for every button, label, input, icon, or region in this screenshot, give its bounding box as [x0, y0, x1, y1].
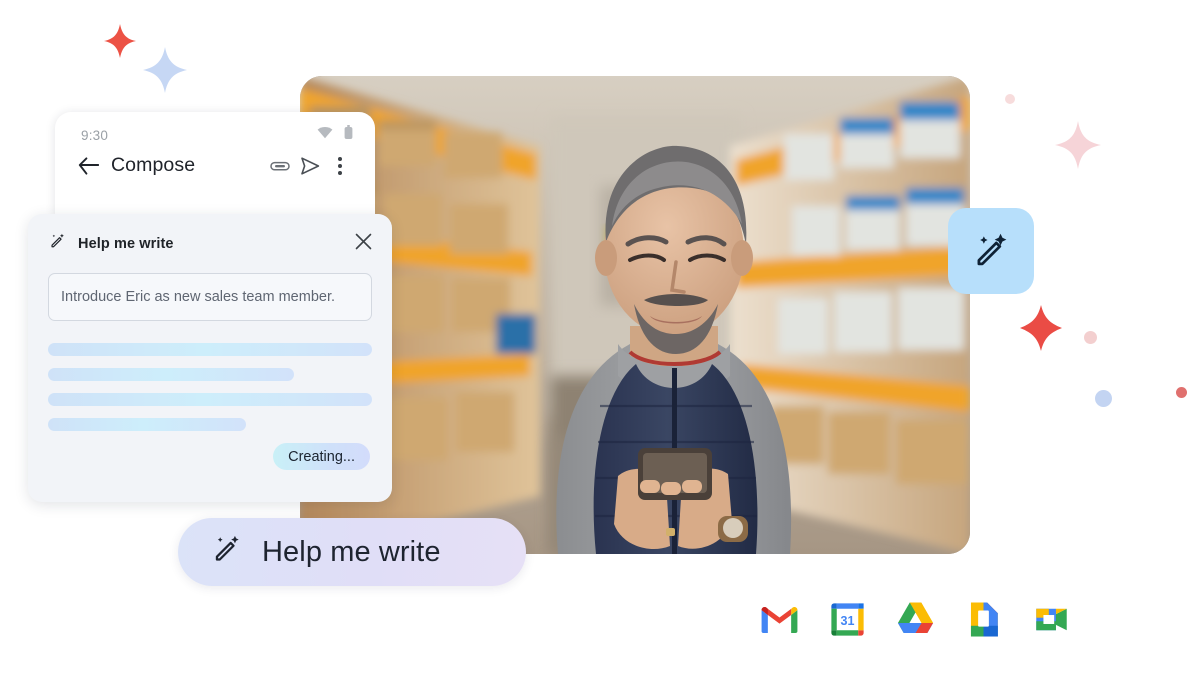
blue-dot-bottom-right — [1095, 390, 1112, 407]
skeleton-line — [48, 393, 372, 406]
creating-button-label: Creating... — [288, 448, 355, 465]
pink-star-sparkle-right — [1054, 120, 1102, 170]
google-calendar-icon[interactable]: 31 — [826, 598, 869, 641]
help-me-write-panel: Help me write Introduce Eric as new sale… — [28, 214, 392, 502]
red-dot-far-right — [1176, 387, 1187, 398]
skeleton-line — [48, 368, 295, 381]
compose-app-bar: Compose — [55, 146, 375, 177]
google-drive-icon[interactable] — [894, 598, 937, 641]
magic-pencil-icon — [977, 233, 1007, 266]
status-time: 9:30 — [81, 127, 109, 143]
skeleton-line — [48, 418, 246, 431]
red-diamond-sparkle-top-left — [103, 23, 137, 59]
google-meet-icon[interactable] — [1030, 598, 1073, 641]
calendar-day-number: 31 — [841, 614, 855, 628]
red-diamond-sparkle-right — [1018, 304, 1064, 352]
magic-pencil-icon — [210, 533, 244, 572]
generated-text-skeleton — [48, 343, 372, 431]
creating-button[interactable]: Creating... — [273, 443, 370, 470]
attach-icon[interactable] — [265, 157, 295, 175]
scene-root: 9:30 Compose Help me write Introduce Eri… — [0, 0, 1200, 673]
magic-pencil-icon — [48, 232, 67, 256]
prompt-input-value: Introduce Eric as new sales team member. — [61, 289, 336, 305]
help-me-write-title: Help me write — [78, 236, 174, 252]
compose-title: Compose — [111, 154, 196, 176]
google-apps-row: 31 — [758, 598, 1073, 641]
status-bar: 9:30 — [55, 112, 375, 146]
pink-dot-top-right — [1005, 94, 1015, 104]
gmail-icon[interactable] — [758, 598, 801, 641]
warehouse-worker-photo — [300, 76, 970, 554]
skeleton-line — [48, 343, 372, 356]
help-me-write-header: Help me write — [28, 214, 392, 256]
google-docs-icon[interactable] — [962, 598, 1005, 641]
more-vert-icon[interactable] — [325, 156, 355, 176]
pink-dot-mid-right — [1084, 331, 1097, 344]
help-me-write-pill-label: Help me write — [262, 535, 441, 568]
close-icon[interactable] — [355, 233, 372, 255]
battery-icon — [344, 125, 353, 145]
wifi-icon — [317, 126, 333, 144]
magic-pencil-badge[interactable] — [948, 208, 1034, 294]
help-me-write-pill-button[interactable]: Help me write — [178, 518, 526, 586]
send-icon[interactable] — [295, 156, 325, 176]
prompt-input[interactable]: Introduce Eric as new sales team member. — [48, 273, 372, 321]
blue-star-sparkle-top-left — [142, 46, 188, 94]
back-arrow-icon[interactable] — [73, 156, 103, 175]
compose-phone-card: 9:30 Compose — [55, 112, 375, 217]
